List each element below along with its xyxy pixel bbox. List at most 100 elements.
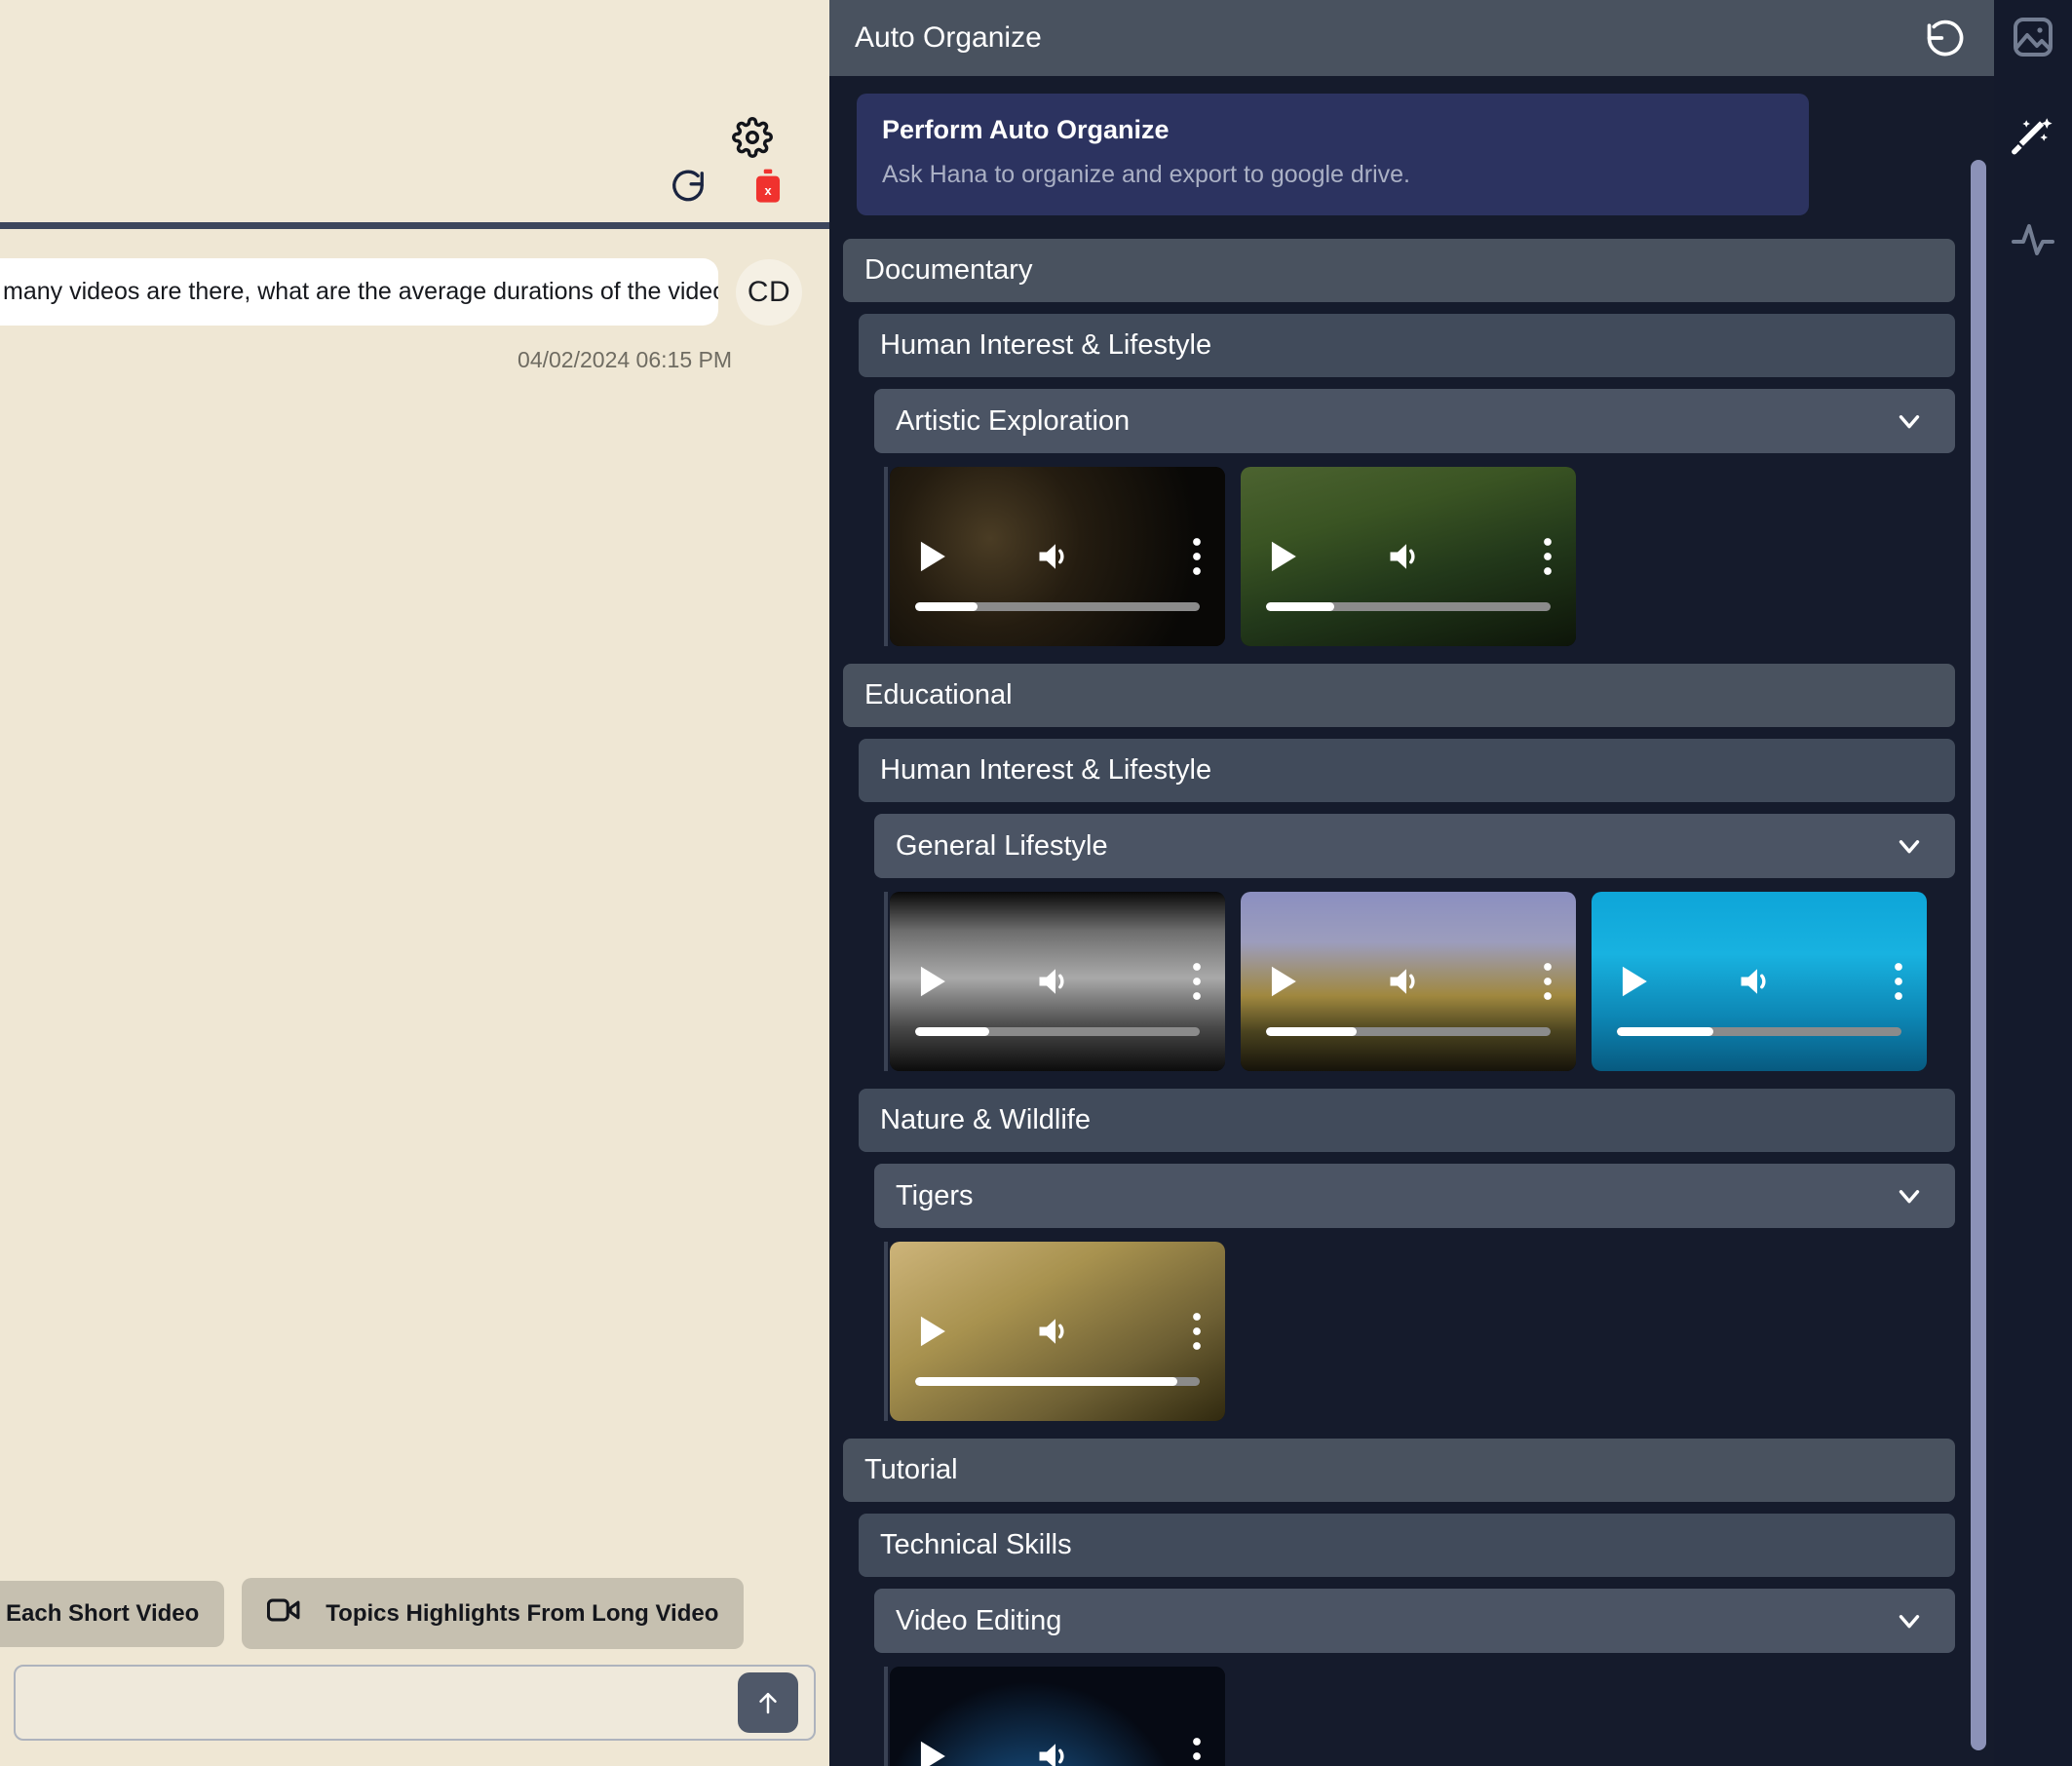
- video-controls: [1241, 962, 1576, 1001]
- chat-messages: many videos are there, what are the aver…: [0, 229, 829, 1766]
- volume-on-icon[interactable]: [1036, 539, 1075, 574]
- chat-panel: x many videos are there, what are the av…: [0, 0, 829, 1766]
- auto-organize-panel: Auto Organize Perform Auto Organize Ask …: [829, 0, 1994, 1766]
- user-message-bubble: many videos are there, what are the aver…: [0, 258, 718, 326]
- right-icon-rail: [1994, 0, 2072, 1766]
- more-vertical-icon[interactable]: [1190, 1312, 1204, 1351]
- gear-icon[interactable]: [732, 117, 773, 158]
- quick-action-short-video[interactable]: rom Each Short Video: [0, 1580, 225, 1647]
- play-icon[interactable]: [915, 964, 948, 999]
- play-icon[interactable]: [1266, 539, 1299, 574]
- more-vertical-icon[interactable]: [1190, 962, 1204, 1001]
- category-level3-label: Artistic Exploration: [896, 404, 1131, 437]
- chat-toolbar: x: [0, 0, 829, 222]
- delete-trash-icon[interactable]: x: [751, 168, 785, 207]
- page-title: Auto Organize: [855, 21, 1042, 54]
- image-icon[interactable]: [2008, 12, 2058, 62]
- volume-on-icon[interactable]: [1387, 539, 1426, 574]
- auto-organize-content: Perform Auto Organize Ask Hana to organi…: [829, 94, 1994, 1766]
- video-thumbnail[interactable]: [1241, 892, 1576, 1071]
- volume-on-icon[interactable]: [1387, 964, 1426, 999]
- category-level3[interactable]: General Lifestyle: [874, 814, 1955, 878]
- video-progress-bar[interactable]: [915, 1377, 1200, 1386]
- category-level1[interactable]: Educational: [843, 664, 1955, 727]
- category-level3[interactable]: Artistic Exploration: [874, 389, 1955, 453]
- perform-auto-organize-title: Perform Auto Organize: [882, 115, 1170, 144]
- video-thumbnail[interactable]: [890, 892, 1225, 1071]
- rotate-ccw-icon[interactable]: [1924, 17, 1967, 59]
- category-level2[interactable]: Human Interest & Lifestyle: [859, 314, 1955, 377]
- chevron-down-icon[interactable]: [1893, 829, 1926, 863]
- more-vertical-icon[interactable]: [1541, 537, 1554, 576]
- video-thumbnail[interactable]: [890, 467, 1225, 646]
- activity-pulse-icon[interactable]: [2008, 214, 2058, 265]
- video-controls: [890, 962, 1225, 1001]
- play-icon[interactable]: [915, 539, 948, 574]
- chat-message-row: many videos are there, what are the aver…: [0, 258, 829, 326]
- volume-on-icon[interactable]: [1036, 1314, 1075, 1349]
- video-thumbnail-row: [884, 1667, 1955, 1766]
- quick-action-short-video-label: rom Each Short Video: [0, 1599, 200, 1627]
- category-level2-label: Human Interest & Lifestyle: [880, 329, 1212, 361]
- more-vertical-icon[interactable]: [1190, 1737, 1204, 1766]
- video-controls: [1592, 962, 1927, 1001]
- quick-action-long-video-label: Topics Highlights From Long Video: [326, 1599, 719, 1627]
- volume-on-icon[interactable]: [1036, 964, 1075, 999]
- refresh-icon[interactable]: [670, 169, 707, 206]
- perform-auto-organize-card[interactable]: Perform Auto Organize Ask Hana to organi…: [857, 94, 1809, 215]
- auto-organize-scroll-area: Perform Auto Organize Ask Hana to organi…: [829, 76, 1994, 1766]
- category-level2[interactable]: Human Interest & Lifestyle: [859, 739, 1955, 802]
- video-thumbnail-row: [884, 467, 1955, 646]
- chevron-down-icon[interactable]: [1893, 404, 1926, 438]
- more-vertical-icon[interactable]: [1190, 537, 1204, 576]
- category-level1[interactable]: Documentary: [843, 239, 1955, 302]
- category-level3[interactable]: Tigers: [874, 1164, 1955, 1228]
- quick-action-long-video[interactable]: Topics Highlights From Long Video: [242, 1578, 745, 1649]
- volume-on-icon[interactable]: [1738, 964, 1777, 999]
- category-level3[interactable]: Video Editing: [874, 1589, 1955, 1653]
- more-vertical-icon[interactable]: [1892, 962, 1905, 1001]
- play-icon[interactable]: [915, 1314, 948, 1349]
- video-progress-bar[interactable]: [1617, 1027, 1901, 1036]
- category-level3-label: Tigers: [896, 1179, 974, 1211]
- video-progress-bar[interactable]: [915, 602, 1200, 611]
- magic-wand-icon[interactable]: [2008, 113, 2058, 164]
- video-thumbnail-row: [884, 1242, 1955, 1421]
- chevron-down-icon[interactable]: [1893, 1604, 1926, 1637]
- video-thumbnail[interactable]: [1241, 467, 1576, 646]
- quick-action-buttons: rom Each Short Video Topics Highlights F…: [0, 1578, 829, 1665]
- video-progress-bar[interactable]: [1266, 602, 1551, 611]
- category-level2[interactable]: Nature & Wildlife: [859, 1089, 1955, 1152]
- category-sections: Documentary Human Interest & Lifestyle Art…: [843, 239, 1955, 1766]
- svg-text:x: x: [764, 183, 771, 198]
- scrollbar-thumb[interactable]: [1971, 160, 1986, 1750]
- video-controls: [890, 537, 1225, 576]
- video-thumbnail[interactable]: [890, 1242, 1225, 1421]
- volume-on-icon[interactable]: [1036, 1739, 1075, 1766]
- video-progress-bar[interactable]: [1266, 1027, 1551, 1036]
- message-timestamp: 04/02/2024 06:15 PM: [518, 347, 732, 372]
- vertical-scrollbar[interactable]: [1971, 160, 1986, 1750]
- category-level1[interactable]: Tutorial: [843, 1439, 1955, 1502]
- perform-auto-organize-subtitle: Ask Hana to organize and export to googl…: [882, 161, 1411, 188]
- video-thumbnail[interactable]: [890, 1667, 1225, 1766]
- auto-organize-header: Auto Organize: [829, 0, 1994, 76]
- category-level2-label: Technical Skills: [880, 1529, 1072, 1560]
- video-controls: [1241, 537, 1576, 576]
- chat-divider: [0, 222, 829, 229]
- play-icon[interactable]: [1266, 964, 1299, 999]
- video-thumbnail[interactable]: [1592, 892, 1927, 1071]
- video-camera-icon: [267, 1597, 300, 1630]
- category-level2[interactable]: Technical Skills: [859, 1514, 1955, 1577]
- more-vertical-icon[interactable]: [1541, 962, 1554, 1001]
- chat-action-bar: x: [670, 168, 785, 207]
- app-root: x many videos are there, what are the av…: [0, 0, 2072, 1766]
- video-progress-bar[interactable]: [915, 1027, 1200, 1036]
- play-icon[interactable]: [915, 1739, 948, 1766]
- chevron-down-icon[interactable]: [1893, 1179, 1926, 1212]
- category-level3-label: Video Editing: [896, 1604, 1062, 1636]
- avatar: CD: [736, 258, 802, 326]
- play-icon[interactable]: [1617, 964, 1650, 999]
- send-button[interactable]: [738, 1672, 798, 1733]
- category-level3-label: General Lifestyle: [896, 829, 1108, 862]
